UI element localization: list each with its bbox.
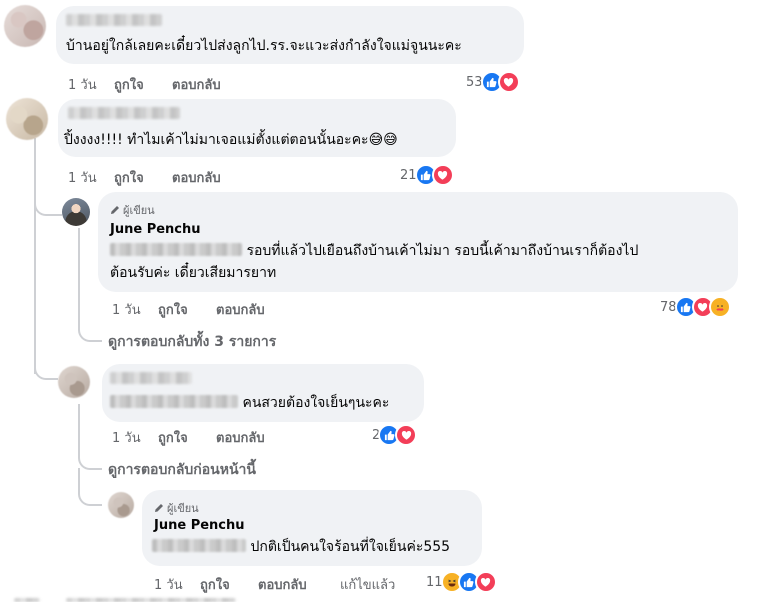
author-reply-bubble: ผู้เขียน June Penchu รอบที่แล้วไปเยือนถึ… — [98, 192, 738, 292]
comment-bubble: คนสวยต้องใจเย็นๆนะคะ — [102, 364, 424, 422]
author-name[interactable]: June Penchu — [110, 222, 201, 237]
reply-text-line2: ต้อนรับค่ะ เดี๋ยวเสียมารยาท — [110, 265, 277, 281]
avatar[interactable] — [6, 98, 48, 140]
reaction-summary[interactable]: 21 — [400, 164, 454, 186]
love-reaction-icon — [431, 164, 454, 186]
avatar[interactable] — [58, 366, 90, 398]
love-reaction-icon — [395, 424, 418, 446]
reply-button[interactable]: ตอบกลับ — [258, 574, 307, 595]
comment-bubble: บ้านอยู่ใกล้เลยคะเดี๋ยวไปส่งลูกไป.รร.จะแ… — [56, 6, 524, 64]
commenter-name-redacted[interactable] — [66, 14, 162, 26]
comment-time[interactable]: 1 วัน — [154, 574, 183, 595]
love-reaction-icon — [497, 71, 520, 93]
avatar[interactable] — [4, 5, 46, 47]
reply-button[interactable]: ตอบกลับ — [216, 427, 265, 448]
author-avatar[interactable] — [108, 492, 134, 518]
thread-curve-view-previous — [78, 440, 102, 470]
reply-button[interactable]: ตอบกลับ — [172, 167, 221, 188]
author-name[interactable]: June Penchu — [154, 518, 245, 533]
author-avatar[interactable] — [62, 198, 90, 226]
like-button[interactable]: ถูกใจ — [200, 574, 230, 595]
comment-bubble: ปิ้งงงง!!!! ทำไมเค้าไม่มาเจอแม่ตั้งแต่ตอ… — [58, 99, 456, 157]
reaction-summary[interactable]: 78 — [660, 296, 731, 318]
love-reaction-icon — [474, 571, 497, 593]
thread-curve-author-reply2 — [78, 468, 102, 506]
reply-button[interactable]: ตอบกลับ — [172, 74, 221, 95]
thread-curve-reply1 — [34, 190, 62, 216]
care-reaction-icon — [708, 296, 731, 318]
like-button[interactable]: ถูกใจ — [158, 427, 188, 448]
like-button[interactable]: ถูกใจ — [158, 299, 188, 320]
reply-text: ปกติเป็นคนใจร้อนที่ใจเย็นค่ะ555 — [152, 536, 450, 558]
author-reply-bubble: ผู้เขียน June Penchu ปกติเป็นคนใจร้อนที่… — [142, 490, 482, 566]
next-avatar-partial — [14, 598, 40, 602]
comment-time[interactable]: 1 วัน — [68, 167, 97, 188]
view-all-replies-link[interactable]: ดูการตอบกลับทั้ง 3 รายการ — [108, 331, 276, 353]
mention-redacted[interactable] — [152, 539, 246, 552]
thread-curve-view-all — [78, 312, 102, 342]
comment-time[interactable]: 1 วัน — [112, 299, 141, 320]
commenter-name-redacted[interactable] — [68, 107, 180, 119]
reaction-summary[interactable]: 53 — [466, 71, 520, 93]
view-previous-replies-link[interactable]: ดูการตอบกลับก่อนหน้านี้ — [108, 459, 256, 481]
pen-icon — [111, 206, 119, 214]
like-button[interactable]: ถูกใจ — [114, 167, 144, 188]
comment-time[interactable]: 1 วัน — [112, 427, 141, 448]
thread-curve-reply2 — [34, 352, 58, 380]
like-button[interactable]: ถูกใจ — [114, 74, 144, 95]
reply-text-line1: รอบที่แล้วไปเยือนถึงบ้านเค้าไม่มา รอบนี้… — [110, 240, 638, 262]
author-badge: ผู้เขียน — [154, 499, 199, 517]
pen-icon — [155, 504, 163, 512]
reaction-summary[interactable]: 11 — [426, 571, 497, 593]
commenter-name-redacted[interactable] — [110, 372, 192, 384]
comment-text: บ้านอยู่ใกล้เลยคะเดี๋ยวไปส่งลูกไป.รร.จะแ… — [66, 38, 462, 54]
reaction-summary[interactable]: 2 — [372, 424, 418, 446]
mention-redacted[interactable] — [110, 243, 242, 256]
mention-redacted[interactable] — [110, 395, 238, 408]
reply-button[interactable]: ตอบกลับ — [216, 299, 265, 320]
thread-line-main — [34, 138, 36, 374]
comment-text: ปิ้งงงง!!!! ทำไมเค้าไม่มาเจอแม่ตั้งแต่ตอ… — [64, 132, 398, 148]
comment-text: คนสวยต้องใจเย็นๆนะคะ — [110, 392, 389, 414]
next-comment-partial — [66, 598, 236, 602]
comment-time[interactable]: 1 วัน — [68, 74, 97, 95]
edited-label[interactable]: แก้ไขแล้ว — [340, 574, 395, 595]
author-badge: ผู้เขียน — [110, 201, 155, 219]
